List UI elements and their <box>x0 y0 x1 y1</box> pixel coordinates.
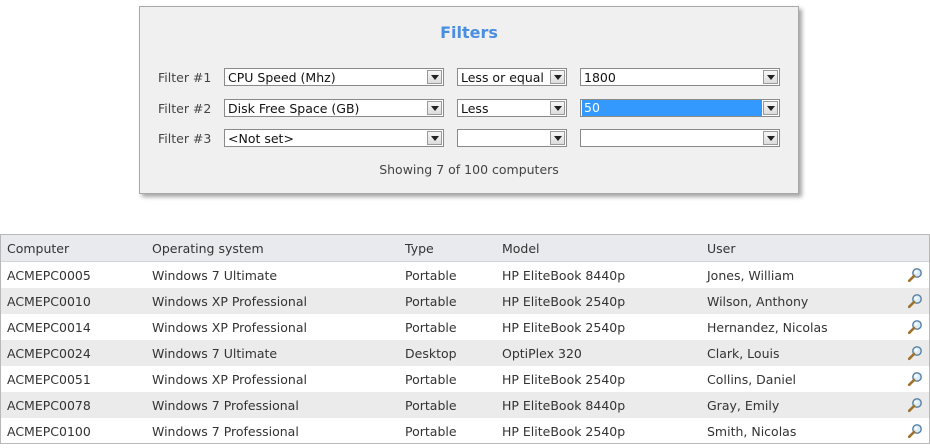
magnifier-icon[interactable] <box>907 423 923 439</box>
computer-cell: ACMEPC0024 <box>7 346 91 361</box>
filter-2-operator-select[interactable]: Less <box>457 99 567 117</box>
user-cell: Wilson, Anthony <box>707 294 809 309</box>
type-cell: Portable <box>405 398 457 413</box>
magnifier-icon[interactable] <box>907 397 923 413</box>
select-value: 50 <box>582 100 762 116</box>
user-cell: Gray, Emily <box>707 398 780 413</box>
filter-label: Filter #3 <box>158 131 212 146</box>
os-cell: Windows XP Professional <box>152 372 307 387</box>
table-row[interactable]: ACMEPC0051 Windows XP Professional Portabl… <box>1 366 929 392</box>
select-value: <Not set> <box>228 131 294 146</box>
os-cell: Windows 7 Ultimate <box>152 268 278 283</box>
select-value: Disk Free Space (GB) <box>228 101 360 116</box>
model-cell: HP EliteBook 2540p <box>502 424 626 439</box>
column-header-type[interactable]: Type <box>405 241 434 256</box>
type-cell: Portable <box>405 424 457 439</box>
select-value: 1800 <box>584 70 616 85</box>
filter-label: Filter #1 <box>158 70 212 85</box>
type-cell: Portable <box>405 320 457 335</box>
computer-cell: ACMEPC0014 <box>7 320 91 335</box>
computer-cell: ACMEPC0100 <box>7 424 91 439</box>
os-cell: Windows XP Professional <box>152 294 307 309</box>
model-cell: HP EliteBook 8440p <box>502 398 626 413</box>
table-body: ACMEPC0005 Windows 7 Ultimate Portable HP E… <box>1 262 929 444</box>
column-header-computer[interactable]: Computer <box>7 241 69 256</box>
user-cell: Clark, Louis <box>707 346 780 361</box>
filter-3-operator-select[interactable] <box>457 129 567 147</box>
table-row[interactable]: ACMEPC0024 Windows 7 Ultimate Desktop OptiP… <box>1 340 929 366</box>
chevron-down-icon[interactable] <box>763 70 778 84</box>
chevron-down-icon[interactable] <box>427 131 442 145</box>
type-cell: Desktop <box>405 346 457 361</box>
filter-row-2: Filter #2 Disk Free Space (GB) Less 50 <box>140 99 798 119</box>
filters-title: Filters <box>440 23 498 42</box>
computer-cell: ACMEPC0078 <box>7 398 91 413</box>
table-row[interactable]: ACMEPC0078 Windows 7 Professional Portable… <box>1 392 929 418</box>
filter-1-value-select[interactable]: 1800 <box>580 68 780 86</box>
column-header-model[interactable]: Model <box>502 241 540 256</box>
filter-2-value-select[interactable]: 50 <box>580 99 780 117</box>
chevron-down-icon[interactable] <box>763 101 778 115</box>
filter-label: Filter #2 <box>158 101 212 116</box>
filter-row-3: Filter #3 <Not set> <box>140 129 798 149</box>
magnifier-icon[interactable] <box>907 371 923 387</box>
filter-2-field-select[interactable]: Disk Free Space (GB) <box>224 99 444 117</box>
chevron-down-icon[interactable] <box>550 131 565 145</box>
select-value: Less <box>461 101 489 116</box>
select-value: Less or equal <box>461 70 544 85</box>
chevron-down-icon[interactable] <box>427 70 442 84</box>
magnifier-icon[interactable] <box>907 345 923 361</box>
table-header: Computer Operating system Type Model Use… <box>1 235 929 262</box>
computers-table: Computer Operating system Type Model Use… <box>0 234 930 444</box>
chevron-down-icon[interactable] <box>763 131 778 145</box>
computer-cell: ACMEPC0005 <box>7 268 91 283</box>
select-value: CPU Speed (Mhz) <box>228 70 336 85</box>
os-cell: Windows 7 Ultimate <box>152 346 278 361</box>
filter-3-field-select[interactable]: <Not set> <box>224 129 444 147</box>
filter-1-operator-select[interactable]: Less or equal <box>457 68 567 86</box>
filter-1-field-select[interactable]: CPU Speed (Mhz) <box>224 68 444 86</box>
table-row[interactable]: ACMEPC0014 Windows XP Professional Portabl… <box>1 314 929 340</box>
model-cell: HP EliteBook 2540p <box>502 372 626 387</box>
results-status: Showing 7 of 100 computers <box>379 162 559 177</box>
type-cell: Portable <box>405 294 457 309</box>
table-row[interactable]: ACMEPC0100 Windows 7 Professional Portable… <box>1 418 929 444</box>
user-cell: Collins, Daniel <box>707 372 797 387</box>
chevron-down-icon[interactable] <box>550 101 565 115</box>
computer-cell: ACMEPC0010 <box>7 294 91 309</box>
model-cell: HP EliteBook 2540p <box>502 320 626 335</box>
table-row[interactable]: ACMEPC0010 Windows XP Professional Portabl… <box>1 288 929 314</box>
model-cell: HP EliteBook 2540p <box>502 294 626 309</box>
user-cell: Hernandez, Nicolas <box>707 320 828 335</box>
computer-cell: ACMEPC0051 <box>7 372 91 387</box>
type-cell: Portable <box>405 372 457 387</box>
user-cell: Jones, William <box>707 268 795 283</box>
magnifier-icon[interactable] <box>907 267 923 283</box>
os-cell: Windows 7 Professional <box>152 398 299 413</box>
table-row[interactable]: ACMEPC0005 Windows 7 Ultimate Portable HP E… <box>1 262 929 288</box>
filters-panel: Filters Filter #1 CPU Speed (Mhz) Less o… <box>139 6 799 194</box>
os-cell: Windows 7 Professional <box>152 424 299 439</box>
magnifier-icon[interactable] <box>907 319 923 335</box>
filter-3-value-select[interactable] <box>580 129 780 147</box>
chevron-down-icon[interactable] <box>550 70 565 84</box>
os-cell: Windows XP Professional <box>152 320 307 335</box>
model-cell: HP EliteBook 8440p <box>502 268 626 283</box>
model-cell: OptiPlex 320 <box>502 346 582 361</box>
magnifier-icon[interactable] <box>907 293 923 309</box>
user-cell: Smith, Nicolas <box>707 424 797 439</box>
filter-row-1: Filter #1 CPU Speed (Mhz) Less or equal … <box>140 68 798 88</box>
column-header-os[interactable]: Operating system <box>152 241 264 256</box>
type-cell: Portable <box>405 268 457 283</box>
chevron-down-icon[interactable] <box>427 101 442 115</box>
column-header-user[interactable]: User <box>707 241 736 256</box>
